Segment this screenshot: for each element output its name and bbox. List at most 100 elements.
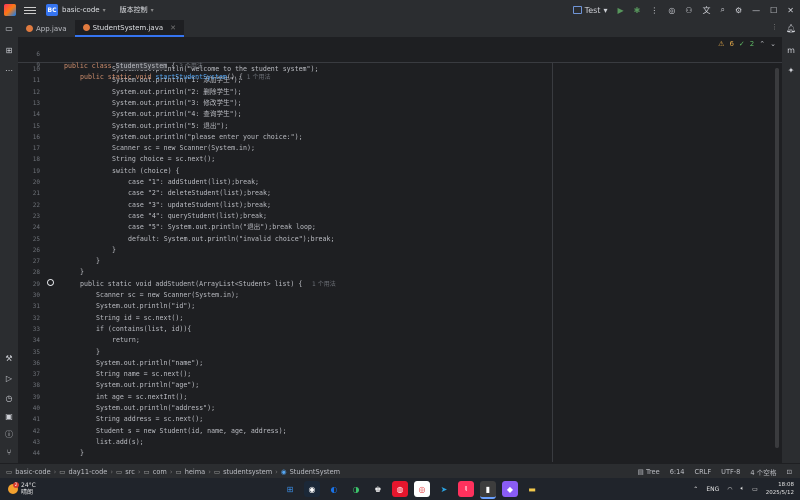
code-line[interactable]: 17 Scanner sc = new Scanner(System.in); — [18, 143, 778, 154]
chevron-down-icon[interactable]: ▾ — [151, 7, 154, 14]
chevron-down-icon[interactable]: ⌄ — [770, 40, 776, 48]
vertical-scrollbar[interactable] — [775, 68, 779, 448]
code-line[interactable]: 44} — [18, 448, 778, 459]
run-icon[interactable]: ▶ — [617, 6, 623, 15]
code-line[interactable]: 30 Scanner sc = new Scanner(System.in); — [18, 290, 778, 301]
code-line[interactable]: 20 case "1": addStudent(list);break; — [18, 177, 778, 188]
code-line[interactable]: 35} — [18, 347, 778, 358]
line-separator[interactable]: CRLF — [695, 468, 712, 476]
code-line[interactable]: 32 String id = sc.next(); — [18, 313, 778, 324]
services-icon[interactable]: ◷ — [4, 394, 14, 404]
settings-gear-icon[interactable]: ⚙ — [735, 6, 742, 15]
code-line[interactable]: 18 String choice = sc.next(); — [18, 154, 778, 165]
breadcrumb-item[interactable]: studentsystem — [223, 468, 272, 476]
code-line[interactable]: 16 System.out.println("please enter your … — [18, 132, 778, 143]
code-line[interactable]: 13 System.out.println("3: 修改学生"); — [18, 98, 778, 109]
code-line[interactable]: 22 case "3": updateStudent(list);break; — [18, 200, 778, 211]
usages-hint[interactable]: 1 个用法 — [312, 279, 336, 290]
chevron-up-icon[interactable]: ⌃ — [693, 486, 698, 493]
breadcrumb-item[interactable]: StudentSystem — [290, 468, 341, 476]
tree-widget[interactable]: ▤ Tree — [638, 468, 660, 476]
code-line[interactable]: 40 System.out.println("address"); — [18, 403, 778, 414]
code-line[interactable]: 27} — [18, 256, 778, 267]
notifications-bell-icon[interactable]: 🔔︎ — [786, 24, 796, 34]
qq-icon[interactable]: ♚ — [370, 481, 386, 497]
chrome-icon[interactable]: ◐ — [326, 481, 342, 497]
breadcrumb-item[interactable]: src — [125, 468, 135, 476]
lock-icon[interactable]: ⊡ — [786, 468, 792, 476]
code-line[interactable]: 41 String address = sc.next(); — [18, 414, 778, 425]
breadcrumb-item[interactable]: day11-code — [69, 468, 108, 476]
tab-studentsystem-java[interactable]: StudentSystem.java ✕ — [74, 20, 185, 37]
code-line[interactable]: 21 case "2": deleteStudent(list);break; — [18, 188, 778, 199]
telegram-icon[interactable]: ➤ — [436, 481, 452, 497]
file-encoding[interactable]: UTF-8 — [721, 468, 740, 476]
steam-icon[interactable]: ◉ — [304, 481, 320, 497]
code-line[interactable]: 14 System.out.println("4: 查询学生"); — [18, 109, 778, 120]
search-icon[interactable]: ⌕ — [720, 5, 724, 15]
volume-icon[interactable]: 🔈︎ — [741, 485, 745, 493]
project-name[interactable]: basic-code — [62, 6, 100, 14]
code-line[interactable]: 34 return; — [18, 335, 778, 346]
windows-start-icon[interactable]: ⊞ — [282, 481, 298, 497]
chevron-down-icon[interactable]: ▾ — [103, 7, 106, 14]
breadcrumb-item[interactable]: heima — [185, 468, 206, 476]
code-line[interactable]: 25 default: System.out.println("invalid c… — [18, 234, 778, 245]
sticky-header[interactable]: 6 public class StudentSystem {3 个用法 9 pu… — [18, 38, 782, 81]
code-line[interactable]: 33 if (contains(list, id)){ — [18, 324, 778, 335]
translate-icon[interactable]: 文 — [702, 5, 710, 16]
weather-widget[interactable]: 2 24°C 晴朗 — [8, 482, 36, 496]
code-line[interactable]: 37 String name = sc.next(); — [18, 369, 778, 380]
code-line[interactable]: 42 Student s = new Student(id, name, age,… — [18, 426, 778, 437]
close-tab-icon[interactable]: ✕ — [170, 24, 176, 32]
copilot-icon[interactable]: ◎ — [668, 6, 675, 15]
weibo-icon[interactable]: ◍ — [392, 481, 408, 497]
intellij-taskbar-icon[interactable]: IJ — [458, 481, 474, 497]
gutter-breakpoint-icon[interactable] — [47, 279, 54, 286]
run-tool-icon[interactable]: ▷ — [4, 374, 14, 384]
code-line[interactable]: 38 System.out.println("age"); — [18, 380, 778, 391]
vcs-menu[interactable]: 版本控制 — [120, 5, 148, 15]
more-tools-icon[interactable]: ⋯ — [4, 66, 14, 76]
minimize-icon[interactable]: — — [752, 6, 760, 15]
run-config-selector[interactable]: Test ▾ — [572, 6, 607, 15]
tabs-more-icon[interactable]: ⋮ — [771, 23, 778, 31]
build-hammer-icon[interactable]: ⚒ — [4, 354, 14, 364]
code-line[interactable]: 28} — [18, 267, 778, 278]
app-purple-icon[interactable]: ◆ — [502, 481, 518, 497]
code-line[interactable]: 39 int age = sc.nextInt(); — [18, 392, 778, 403]
ai-assistant-icon[interactable]: ✦ — [786, 66, 796, 76]
terminal-icon[interactable]: ▣ — [4, 412, 14, 422]
battery-icon[interactable]: ▭ — [752, 486, 758, 493]
code-line[interactable]: 43 list.add(s); — [18, 437, 778, 448]
maven-icon[interactable]: m — [786, 46, 796, 56]
code-line[interactable]: 29 public static void addStudent(ArrayLis… — [18, 279, 778, 290]
debug-icon[interactable]: ✱ — [634, 6, 641, 15]
wifi-icon[interactable]: ◠ — [727, 486, 732, 493]
sticky-line[interactable]: 6 public class StudentSystem {3 个用法 — [18, 38, 778, 70]
add-user-icon[interactable]: ⚇ — [685, 6, 692, 15]
language-indicator[interactable]: ENG — [706, 486, 719, 493]
close-icon[interactable]: ✕ — [787, 6, 794, 15]
netease-music-icon[interactable]: ◎ — [414, 481, 430, 497]
problems-icon[interactable]: ⓘ — [4, 430, 14, 440]
code-line[interactable]: 12 System.out.println("2: 删除学生"); — [18, 87, 778, 98]
intellij-logo-icon[interactable] — [4, 4, 16, 16]
breadcrumb-item[interactable]: basic-code — [15, 468, 50, 476]
code-line[interactable]: 15 System.out.println("5: 退出"); — [18, 121, 778, 132]
git-icon[interactable]: ⑂ — [4, 448, 14, 458]
breadcrumb-item[interactable]: com — [153, 468, 167, 476]
code-editor[interactable]: ⚠ 6 ✓ 2 ⌃ ⌄ 6 public class StudentSystem… — [18, 38, 782, 463]
intellij-active-icon[interactable]: ▮ — [480, 481, 496, 499]
code-line[interactable]: 24 case "5": System.out.println("退出");bre… — [18, 222, 778, 233]
code-line[interactable]: 26} — [18, 245, 778, 256]
code-line[interactable]: 19 switch (choice) { — [18, 166, 778, 177]
caret-position[interactable]: 6:14 — [670, 468, 685, 476]
code-line[interactable]: 31 System.out.println("id"); — [18, 301, 778, 312]
file-explorer-icon[interactable]: ▬ — [524, 481, 540, 497]
usages-hint[interactable]: 3 个用法 — [179, 63, 203, 70]
code-line[interactable]: 23 case "4": queryStudent(list);break; — [18, 211, 778, 222]
tab-app-java[interactable]: App.java — [18, 20, 75, 37]
structure-icon[interactable]: ⊞ — [4, 46, 14, 56]
project-badge[interactable]: BC — [46, 4, 58, 16]
